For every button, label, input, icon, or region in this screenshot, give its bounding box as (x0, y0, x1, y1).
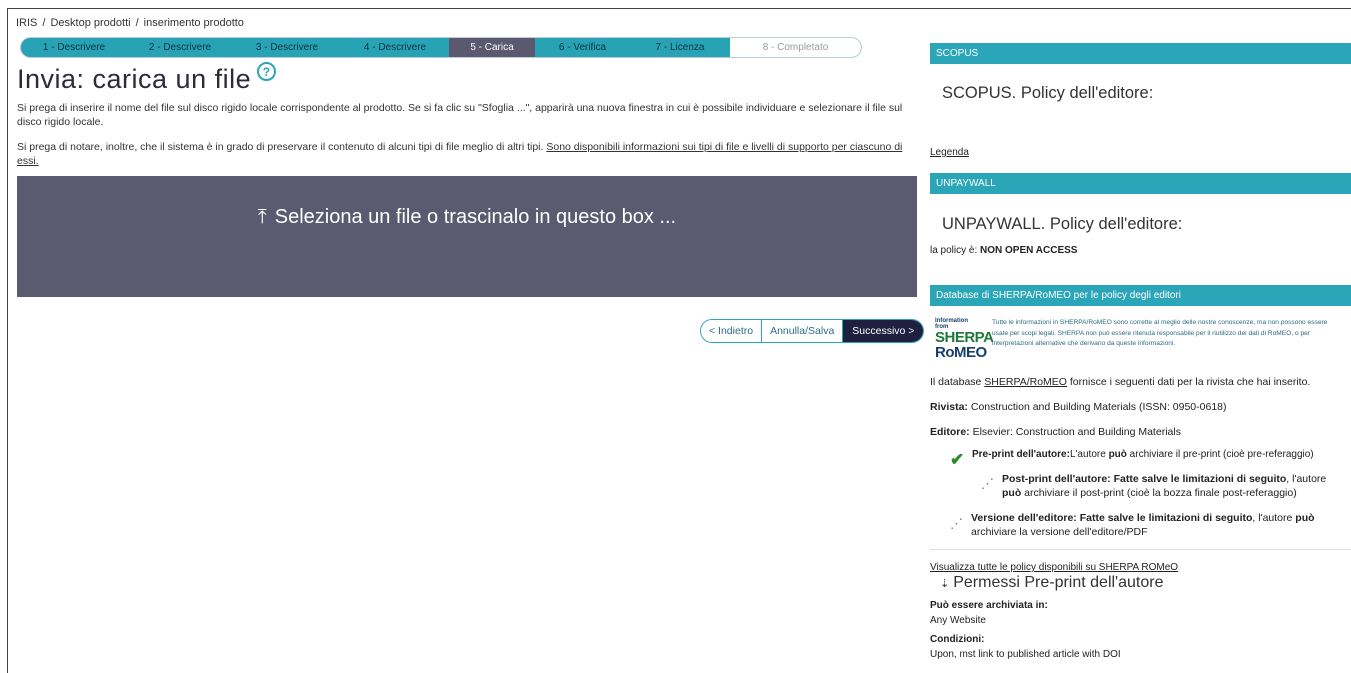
breadcrumb-current: inserimento prodotto (143, 17, 244, 29)
back-button[interactable]: < Indietro (701, 320, 763, 342)
sherpa-disclaimer: Tutte le informazioni in SHERPA/RoMEO so… (992, 319, 1328, 347)
unpaywall-panel-header: UNPAYWALL (930, 173, 1351, 194)
postprint-can: può (1002, 487, 1022, 499)
version-can: può (1295, 512, 1315, 524)
step-1-descrivere[interactable]: 1 - Descrivere (21, 38, 127, 57)
step-4-descrivere[interactable]: 4 - Descrivere (341, 38, 449, 57)
sherpa-db-prefix: Il database (930, 376, 982, 388)
step-8-completato: 8 - Completato (730, 38, 861, 57)
sherpa-db-suffix: fornisce i seguenti dati per la rivista … (1069, 376, 1311, 388)
journal-label: Rivista: (930, 401, 968, 413)
upload-instructions: Si prega di inserire il nome del file su… (17, 102, 903, 128)
legend-link[interactable]: Legenda (930, 147, 969, 158)
scopus-panel-header: SCOPUS (930, 43, 1351, 64)
save-button[interactable]: Annulla/Salva (762, 320, 844, 342)
breadcrumb: IRIS / Desktop prodotti / inserimento pr… (16, 17, 244, 29)
preprint-permissions-label: Permessi Pre-print dell'autore (953, 574, 1164, 591)
wizard-nav-buttons: < Indietro Annulla/Salva Successivo > (700, 319, 925, 343)
page-title-text: Invia: carica un file (17, 64, 252, 94)
preprint-text-2: archiviare il pre-print (cioè pre-refera… (1129, 449, 1314, 460)
breadcrumb-root[interactable]: IRIS (16, 17, 37, 29)
upload-icon: ⤒ (257, 206, 267, 228)
journal-value: Construction and Building Materials (ISS… (970, 401, 1227, 413)
partial-check-icon: ⋰ (950, 516, 963, 531)
version-line: Versione dell'editore: Fatte salve le li… (971, 511, 1341, 539)
postprint-text-1: , l'autore (1286, 473, 1327, 485)
preprint-can: può (1108, 449, 1127, 460)
breadcrumb-desktop[interactable]: Desktop prodotti (50, 17, 130, 29)
partial-check-icon: ⋰ (981, 476, 994, 491)
version-text-2: archiviare la versione dell'editore/PDF (971, 526, 1148, 538)
divider (930, 549, 1351, 550)
file-dropzone[interactable]: ⤒ Seleziona un file o trascinalo in ques… (17, 176, 917, 297)
unpaywall-policy-line: la policy è: NON OPEN ACCESS (930, 245, 1077, 256)
conditions-value: Upon, mst link to published article with… (930, 649, 1121, 660)
help-icon[interactable]: ? (257, 62, 277, 81)
postprint-text-2: archiviare il post-print (cioè la bozza … (1024, 487, 1297, 499)
preprint-text-1: L'autore (1069, 449, 1106, 460)
publisher-value: Elsevier: Construction and Building Mate… (972, 426, 1181, 438)
version-label: Versione dell'editore: Fatte salve le li… (971, 512, 1253, 524)
publisher-line: Editore: Elsevier: Construction and Buil… (930, 426, 1181, 438)
sherpa-romeo-logo: Information from SHERPA RoMEO (935, 318, 994, 364)
unpaywall-policy-prefix: la policy è: (930, 245, 978, 256)
page-title: Invia: carica un file ? (17, 62, 277, 95)
logo-line-3: RoMEO (935, 344, 987, 361)
all-policies-link[interactable]: Visualizza tutte le policy disponibili s… (930, 562, 1178, 573)
next-button[interactable]: Successivo > (843, 320, 924, 342)
sherpa-panel-header: Database di SHERPA/RoMEO per le policy d… (930, 285, 1351, 306)
step-2-descrivere[interactable]: 2 - Descrivere (127, 38, 233, 57)
publisher-label: Editore: (930, 426, 970, 438)
logo-line-2: SHERPA (935, 329, 994, 346)
journal-line: Rivista: Construction and Building Mater… (930, 401, 1227, 413)
expand-icon: ⇣ (940, 578, 950, 590)
preprint-permissions-title[interactable]: ⇣ Permessi Pre-print dell'autore (940, 574, 1163, 592)
breadcrumb-separator: / (42, 17, 46, 29)
postprint-label: Post-print dell'autore: Fatte salve le l… (1002, 473, 1287, 485)
breadcrumb-separator: / (135, 17, 139, 29)
step-6-verifica[interactable]: 6 - Verifica (535, 38, 630, 57)
preprint-line: Pre-print dell'autore:L'autore può archi… (972, 449, 1314, 460)
check-icon: ✔ (950, 450, 965, 469)
step-3-descrivere[interactable]: 3 - Descrivere (233, 38, 341, 57)
unpaywall-policy-value: NON OPEN ACCESS (980, 245, 1078, 256)
step-5-carica[interactable]: 5 - Carica (449, 38, 535, 57)
sherpa-romeo-link[interactable]: SHERPA/RoMEO (984, 376, 1067, 388)
unpaywall-policy-title: UNPAYWALL. Policy dell'editore: (942, 215, 1183, 233)
postprint-line: Post-print dell'autore: Fatte salve le l… (1002, 472, 1342, 500)
archived-label: Può essere archiviata in: (930, 600, 1048, 611)
dropzone-label: Seleziona un file o trascinalo in questo… (274, 206, 677, 228)
version-text-1: , l'autore (1252, 512, 1293, 524)
scopus-policy-title: SCOPUS. Policy dell'editore: (942, 84, 1154, 102)
left-gutter (0, 0, 7, 673)
preprint-label: Pre-print dell'autore: (972, 449, 1070, 460)
wizard-stepper: 1 - Descrivere 2 - Descrivere 3 - Descri… (20, 37, 862, 58)
file-types-note-text: Si prega di notare, inoltre, che il sist… (17, 141, 544, 153)
archived-value: Any Website (930, 615, 986, 626)
file-types-note: Si prega di notare, inoltre, che il sist… (17, 140, 917, 168)
sherpa-db-line: Il database SHERPA/RoMEO fornisce i segu… (930, 376, 1310, 388)
conditions-label: Condizioni: (930, 634, 985, 645)
step-7-licenza[interactable]: 7 - Licenza (630, 38, 730, 57)
